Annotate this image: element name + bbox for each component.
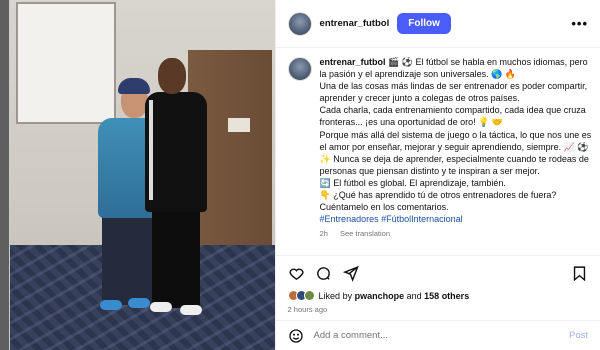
liked-and-label: and — [406, 290, 422, 301]
caption-username[interactable]: entrenar_futbol — [320, 57, 386, 67]
post-timestamp[interactable]: 2 hours ago — [288, 305, 588, 314]
liked-user-link[interactable]: pwanchope — [355, 291, 405, 301]
post-window: entrenar_futbol Follow ••• entrenar_futb… — [9, 0, 600, 350]
liked-by-label: Liked by — [318, 290, 353, 301]
photo-whiteboard — [16, 2, 116, 124]
person-right-body — [145, 92, 207, 212]
emoji-icon[interactable] — [288, 328, 304, 344]
caption: entrenar_futbol 🎬 ⚽ El fútbol se habla e… — [287, 56, 592, 240]
bookmark-icon[interactable] — [571, 265, 588, 282]
caption-line: Cada charla, cada entrenamiento comparti… — [319, 105, 586, 128]
person-left-shoe — [128, 298, 150, 308]
heart-icon[interactable] — [288, 265, 305, 282]
share-icon[interactable] — [342, 265, 359, 282]
username-link[interactable]: entrenar_futbol — [320, 18, 390, 29]
caption-line: Porque más allá del sistema de juego o l… — [319, 129, 592, 152]
person-right-stripe — [149, 100, 153, 200]
caption-line: 🔄 El fútbol es global. El aprendizaje, t… — [319, 177, 506, 188]
caption-line: 👇 ¿Qué has aprendido tú de otros entrena… — [319, 190, 557, 213]
likes-row: Liked by pwanchope and 158 others — [287, 290, 588, 301]
action-icons — [288, 262, 588, 284]
avatar[interactable] — [287, 57, 312, 81]
comment-input[interactable]: Add a comment... — [314, 330, 388, 341]
caption-meta: 2h See translation — [320, 228, 592, 240]
person-right-legs — [152, 208, 200, 308]
follow-button[interactable]: Follow — [397, 13, 451, 34]
likes-text: Liked by pwanchope and 158 others — [319, 291, 470, 301]
person-left-cap — [118, 78, 150, 94]
post-photo[interactable] — [10, 0, 275, 350]
person-right-head — [158, 58, 186, 94]
liker-avatar[interactable] — [303, 290, 315, 301]
photo-door-sign — [228, 118, 250, 132]
see-translation-link[interactable]: See translation — [340, 229, 390, 238]
person-right-shoe — [180, 305, 202, 315]
more-icon[interactable]: ••• — [571, 16, 588, 31]
action-bar: Liked by pwanchope and 158 others 2 hour… — [275, 255, 600, 314]
person-left-legs — [102, 215, 152, 305]
liked-others-link[interactable]: 158 others — [424, 291, 469, 301]
hashtags[interactable]: #Entrenadores #FútbolInternacional — [320, 214, 463, 224]
post-comment-button[interactable]: Post — [569, 330, 588, 341]
caption-line: Una de las cosas más lindas de ser entre… — [319, 81, 588, 104]
avatar[interactable] — [287, 11, 312, 36]
person-left-shoe — [100, 300, 122, 310]
caption-time: 2h — [319, 229, 328, 239]
caption-line: ✨ Nunca se deja de aprender, especialmen… — [319, 153, 589, 176]
caption-text: entrenar_futbol 🎬 ⚽ El fútbol se habla e… — [320, 56, 592, 240]
comment-bar: Add a comment... Post — [275, 320, 600, 350]
post-header: entrenar_futbol Follow ••• — [275, 0, 600, 48]
comment-icon[interactable] — [315, 265, 332, 282]
person-right-shoe — [150, 302, 172, 312]
post-side-panel: entrenar_futbol Follow ••• entrenar_futb… — [274, 0, 600, 350]
